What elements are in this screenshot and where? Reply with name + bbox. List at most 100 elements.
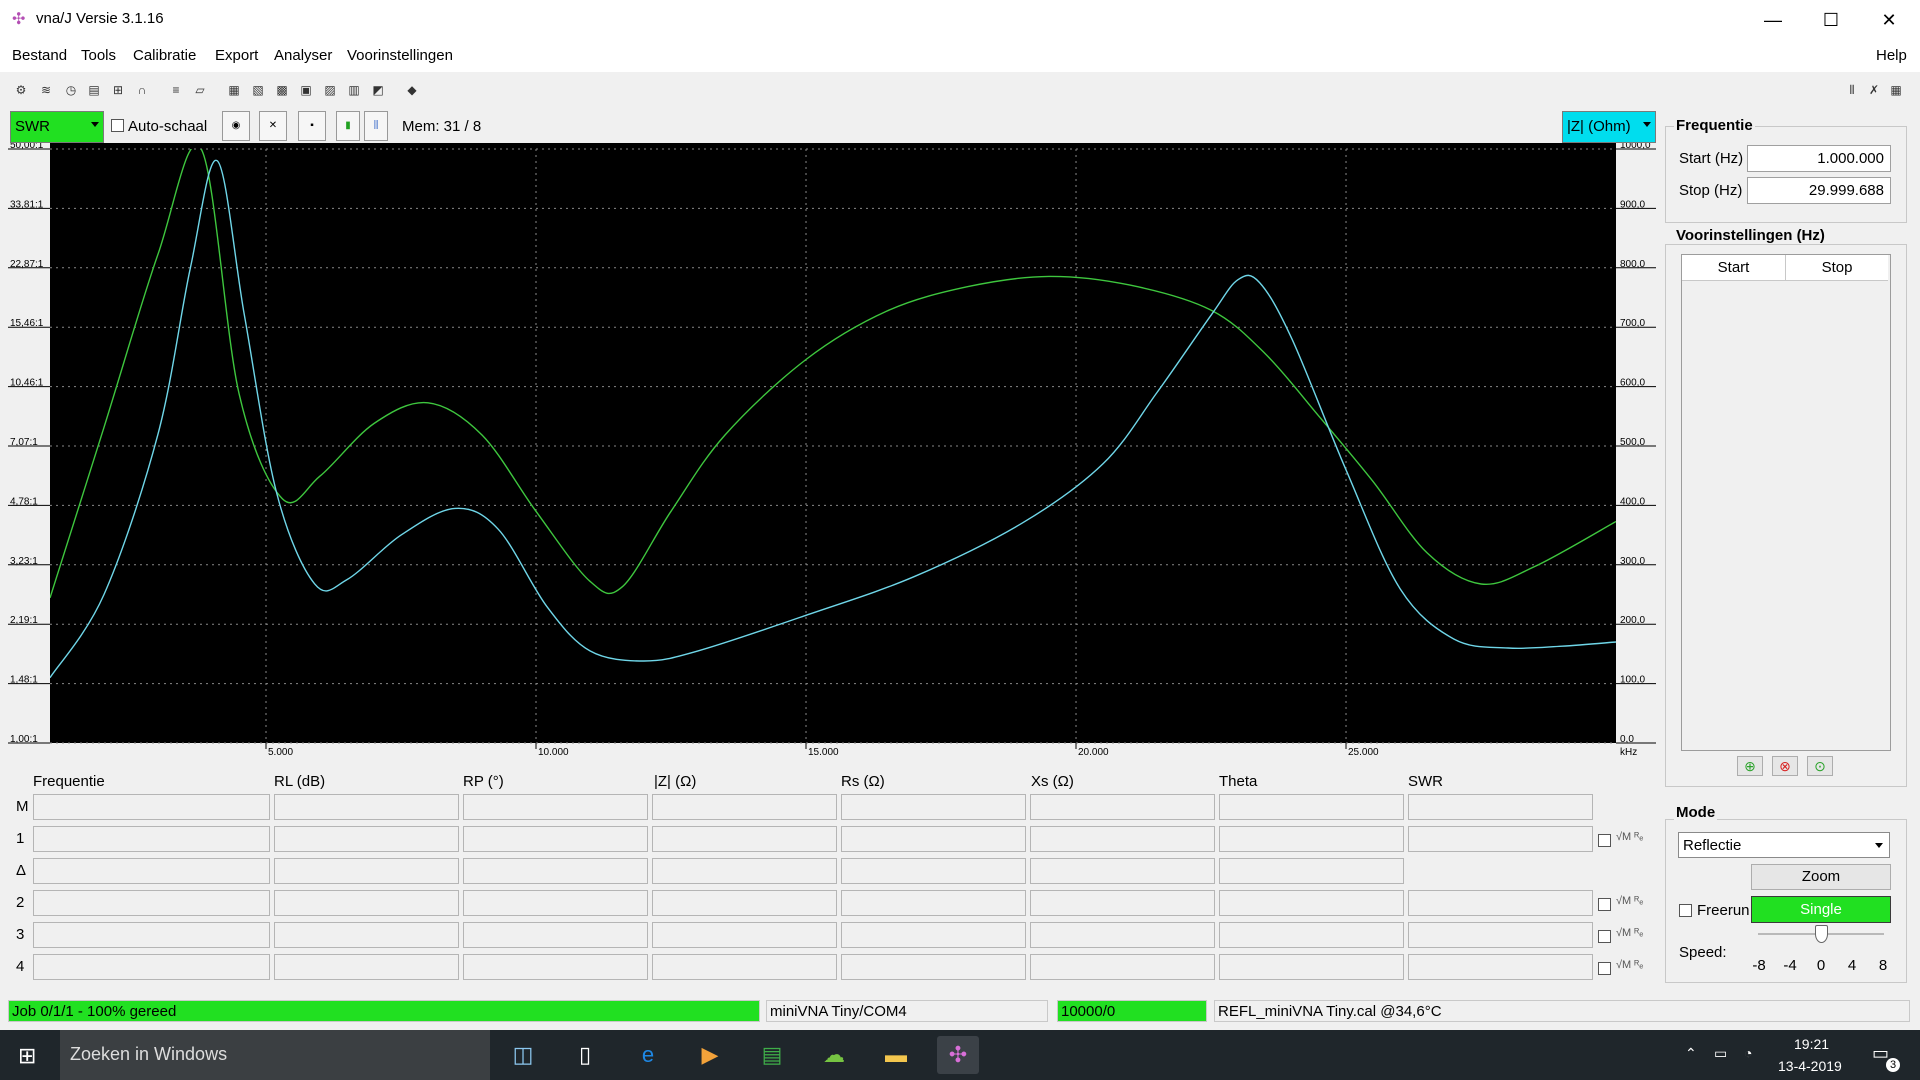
table-cell[interactable] — [841, 794, 1026, 820]
table-cell[interactable] — [274, 794, 459, 820]
clock-date[interactable]: 13-4-2019 — [1778, 1058, 1842, 1074]
table-cell[interactable] — [1408, 826, 1593, 852]
table-cell[interactable] — [33, 890, 270, 916]
delete-preset-icon[interactable]: ⊗ — [1772, 756, 1798, 776]
table-cell[interactable] — [1219, 922, 1404, 948]
tools-icon[interactable]: ✗ — [1866, 82, 1882, 98]
menu-help[interactable]: Help — [1876, 47, 1907, 64]
menu-analyser[interactable]: Analyser — [274, 47, 332, 64]
start-freq-input[interactable]: 1.000.000 — [1747, 145, 1891, 172]
menu-export[interactable]: Export — [215, 47, 258, 64]
grid-icon[interactable]: ▦ — [1888, 82, 1904, 98]
xml-icon[interactable]: ▥ — [346, 82, 362, 98]
table-cell[interactable] — [841, 954, 1026, 980]
table-cell[interactable] — [652, 922, 837, 948]
table-cell[interactable] — [1408, 794, 1593, 820]
vnaj-app-icon[interactable]: ✣ — [937, 1036, 979, 1074]
menu-bestand[interactable]: Bestand — [12, 47, 67, 64]
table-cell[interactable] — [33, 858, 270, 884]
left-scale-select[interactable]: SWR — [10, 111, 104, 143]
maximize-button[interactable]: ☐ — [1802, 0, 1860, 40]
stop-freq-input[interactable]: 29.999.688 — [1747, 177, 1891, 204]
document-app-icon[interactable]: ▯ — [564, 1036, 606, 1074]
table-cell[interactable] — [841, 890, 1026, 916]
zoom-button[interactable]: Zoom — [1751, 864, 1891, 890]
printer-icon[interactable]: ▤ — [86, 82, 102, 98]
battery-tray-icon[interactable]: ▭ — [1714, 1045, 1727, 1062]
excel-icon[interactable]: ▨ — [322, 82, 338, 98]
table-cell[interactable] — [652, 858, 837, 884]
table-cell[interactable] — [463, 954, 648, 980]
folder-open-icon[interactable]: ▱ — [192, 82, 208, 98]
table-cell[interactable] — [1219, 890, 1404, 916]
table-cell[interactable] — [841, 826, 1026, 852]
table-cell[interactable] — [463, 858, 648, 884]
table-cell[interactable] — [1030, 922, 1215, 948]
edge-browser-icon[interactable]: e — [627, 1036, 669, 1074]
table-cell[interactable] — [841, 922, 1026, 948]
table-cell[interactable] — [1408, 922, 1593, 948]
table-cell[interactable] — [652, 890, 837, 916]
menu-calibratie[interactable]: Calibratie — [133, 47, 196, 64]
row-math-icon[interactable]: √M ᴿₑ — [1616, 927, 1643, 939]
minimize-button[interactable]: — — [1744, 0, 1802, 40]
file-explorer-icon[interactable]: ▬ — [875, 1036, 917, 1074]
table-cell[interactable] — [1219, 954, 1404, 980]
image-icon[interactable]: ▣ — [298, 82, 314, 98]
autoscale-checkbox[interactable] — [111, 119, 124, 132]
wifi-tray-icon[interactable]: ◔ — [1744, 1045, 1752, 1061]
notes-app-icon[interactable]: ▤ — [751, 1036, 793, 1074]
battery-icon[interactable]: ▮ — [336, 111, 360, 141]
table-cell[interactable] — [463, 922, 648, 948]
magnet-icon[interactable]: ∩ — [134, 82, 150, 98]
chart-export-icon[interactable]: ◩ — [370, 82, 386, 98]
table-cell[interactable] — [274, 826, 459, 852]
table-cell[interactable] — [1030, 890, 1215, 916]
refresh-icon[interactable]: ◉ — [222, 111, 250, 141]
load-preset-icon[interactable]: ⊙ — [1807, 756, 1833, 776]
temperature-icon[interactable]: ⫼ — [364, 111, 388, 141]
row-checkbox[interactable] — [1598, 834, 1611, 847]
table-cell[interactable] — [652, 794, 837, 820]
table-cell[interactable] — [463, 890, 648, 916]
table-cell[interactable] — [1030, 826, 1215, 852]
row-checkbox[interactable] — [1598, 930, 1611, 943]
pdf-icon[interactable]: ▩ — [274, 82, 290, 98]
presets-col-start[interactable]: Start — [1682, 255, 1786, 281]
table-cell[interactable] — [652, 954, 837, 980]
tree-icon[interactable]: ⊞ — [110, 82, 126, 98]
export-icon[interactable]: ▧ — [250, 82, 266, 98]
sweep-chart[interactable]: 50,00:1 1000,0 33,81:1 900,0 22,87:1 800,0 15,… — [8, 140, 1656, 758]
cloud-app-icon[interactable]: ☁ — [813, 1036, 855, 1074]
speed-slider-thumb[interactable] — [1815, 925, 1828, 943]
csv-icon[interactable]: ▦ — [226, 82, 242, 98]
table-cell[interactable] — [1030, 954, 1215, 980]
tablet-app-icon[interactable]: ◫ — [502, 1036, 544, 1074]
thermometer-icon[interactable]: ⫴ — [1844, 82, 1860, 98]
table-cell[interactable] — [1219, 794, 1404, 820]
marker-icon[interactable]: ✕ — [259, 111, 287, 141]
menu-voorinstellingen[interactable]: Voorinstellingen — [347, 47, 453, 64]
windows-start-icon[interactable]: ⊞ — [18, 1045, 40, 1067]
table-cell[interactable] — [274, 890, 459, 916]
table-cell[interactable] — [1219, 826, 1404, 852]
menu-tools[interactable]: Tools — [81, 47, 116, 64]
presets-col-stop[interactable]: Stop — [1786, 255, 1888, 281]
table-cell[interactable] — [463, 826, 648, 852]
freerun-checkbox[interactable] — [1679, 904, 1692, 917]
table-cell[interactable] — [652, 826, 837, 852]
presets-list[interactable] — [1681, 254, 1891, 751]
clock-time[interactable]: 19:21 — [1794, 1036, 1829, 1052]
row-checkbox[interactable] — [1598, 962, 1611, 975]
media-player-icon[interactable]: ▶ — [689, 1036, 731, 1074]
tray-chevron-up-icon[interactable]: ⌃ — [1685, 1045, 1697, 1062]
row-math-icon[interactable]: √M ᴿₑ — [1616, 959, 1643, 971]
table-cell[interactable] — [274, 922, 459, 948]
taskbar-search[interactable]: Zoeken in Windows — [60, 1030, 490, 1080]
signal-icon[interactable]: ≋ — [38, 82, 54, 98]
row-math-icon[interactable]: √M ᴿₑ — [1616, 831, 1643, 843]
row-checkbox[interactable] — [1598, 898, 1611, 911]
clock-icon[interactable]: ◷ — [63, 82, 79, 98]
table-cell[interactable] — [1219, 858, 1404, 884]
table-cell[interactable] — [274, 858, 459, 884]
